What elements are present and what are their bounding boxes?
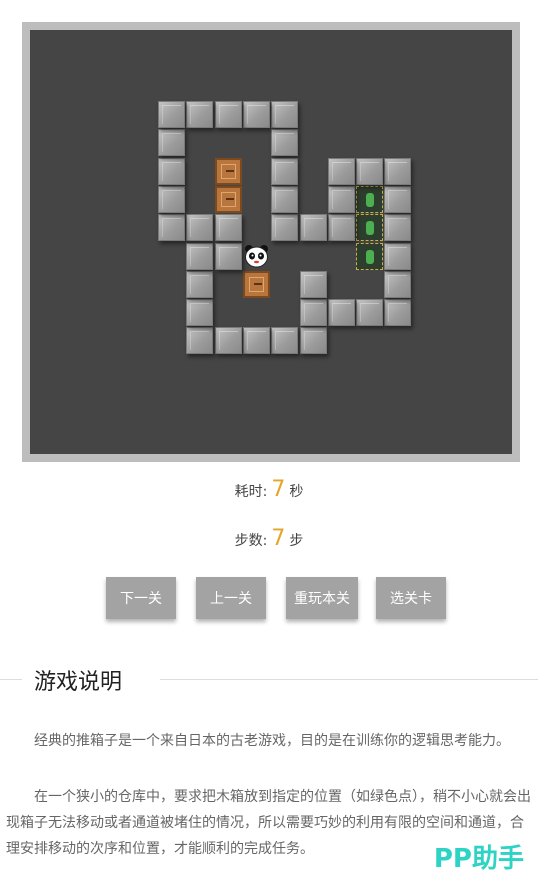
wall-tile (384, 299, 412, 327)
wall-tile (186, 299, 214, 327)
wall-tile (214, 242, 242, 270)
wall-tile (158, 101, 185, 128)
prev-level-button[interactable]: 上一关 (196, 577, 266, 619)
steps-display: 步数: 7 步 (0, 526, 538, 551)
instructions-paragraph-1: 经典的推箱子是一个来自日本的古老游戏，目的是在训练你的逻辑思考能力。 (6, 733, 510, 749)
wall-tile (299, 327, 327, 355)
wall-tile (384, 270, 412, 298)
wall-tile (186, 214, 214, 242)
wall-tile (214, 101, 242, 128)
wall-tile (242, 327, 270, 355)
wall-tile (186, 327, 214, 355)
wall-tile (242, 101, 270, 128)
wall-tile (327, 214, 355, 242)
wall-tile (186, 270, 214, 298)
wall-tile (327, 157, 355, 185)
panda-icon (244, 244, 268, 267)
wall-tile (271, 327, 299, 355)
wall-tile (271, 185, 299, 213)
wall-tile (356, 157, 384, 185)
game-board[interactable] (30, 30, 512, 454)
wall-tile (214, 214, 242, 242)
wall-tile (214, 327, 242, 355)
section-divider-left (0, 679, 22, 680)
wall-tile (271, 214, 299, 242)
wall-tile (384, 242, 412, 270)
wooden-crate (214, 157, 242, 185)
instructions-title: 游戏说明 (34, 670, 123, 695)
next-level-button[interactable]: 下一关 (106, 577, 176, 619)
wall-tile (271, 157, 299, 185)
wall-tile (384, 185, 412, 213)
select-level-button[interactable]: 选关卡 (376, 577, 446, 619)
section-divider-right (160, 679, 538, 680)
time-label: 耗时: (234, 484, 268, 500)
goal-target (356, 242, 384, 270)
steps-unit: 步 (289, 533, 304, 549)
wooden-crate (242, 270, 270, 298)
wooden-crate (214, 185, 242, 213)
steps-label: 步数: (234, 533, 268, 549)
time-unit: 秒 (289, 484, 304, 500)
goal-target (356, 214, 384, 242)
replay-level-button[interactable]: 重玩本关 (286, 577, 358, 619)
wall-tile (271, 101, 299, 128)
watermark-logo: PP助手 (433, 844, 524, 874)
wall-tile (327, 299, 355, 327)
goal-target (356, 185, 384, 213)
wall-tile (327, 185, 355, 213)
wall-tile (186, 242, 214, 270)
time-display: 耗时: 7 秒 (0, 477, 538, 502)
wall-tile (299, 214, 327, 242)
wall-tile (384, 214, 412, 242)
wall-tile (299, 270, 327, 298)
time-value: 7 (271, 477, 286, 502)
wall-tile (158, 129, 185, 157)
game-board-frame (22, 22, 520, 462)
steps-value: 7 (271, 526, 286, 551)
panda-player[interactable] (243, 243, 270, 270)
wall-tile (299, 299, 327, 327)
wall-tile (158, 185, 185, 213)
wall-tile (186, 101, 214, 128)
wall-tile (271, 129, 299, 157)
wall-tile (158, 157, 185, 185)
wall-tile (158, 214, 185, 242)
wall-tile (356, 299, 384, 327)
wall-tile (384, 157, 412, 185)
